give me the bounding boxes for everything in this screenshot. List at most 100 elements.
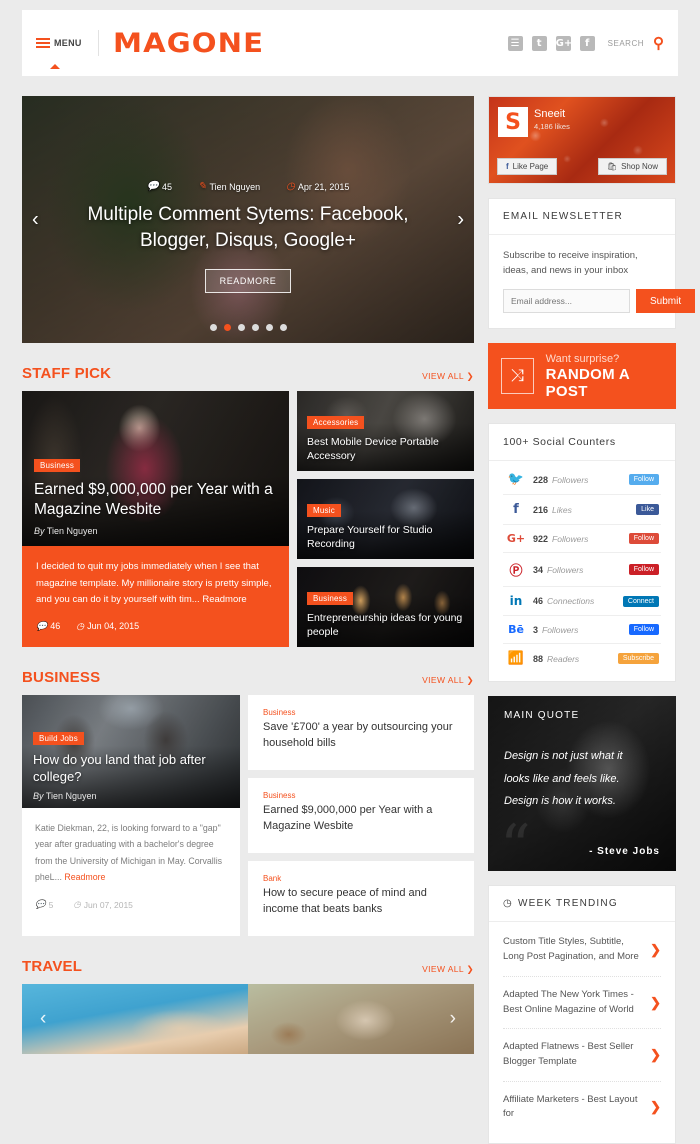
staff-card-1[interactable]: Accessories Best Mobile Device Portable … [297, 391, 474, 471]
business-card-list: Business Save '£700' a year by outsourci… [248, 695, 474, 936]
week-trending-title: ◷ WEEK TRENDING [489, 886, 675, 923]
hero-dot[interactable] [209, 324, 217, 331]
newsletter-form: Submit [503, 289, 696, 314]
social-counter-row[interactable]: Bē 3 Followers Follow [503, 616, 661, 645]
social-counter-row[interactable]: in 46 Connections Connect [503, 587, 661, 617]
trending-item[interactable]: Affiliate Marketers - Best Layout for ❯ [503, 1082, 661, 1133]
hero-title[interactable]: Multiple Comment Sytems: Facebook, Blogg… [22, 202, 474, 253]
business-card-2[interactable]: Business Earned $9,000,000 per Year with… [248, 778, 474, 853]
hero-slider[interactable]: 💬 45 ✎ Tien Nguyen ◷ Apr 21, 2015 Multiple … [22, 96, 474, 343]
travel-slide-1[interactable] [22, 984, 248, 1054]
business-view-all[interactable]: VIEW ALL ❯ [422, 675, 474, 686]
travel-slider[interactable]: ‹ › [22, 984, 474, 1054]
social-counter-row[interactable]: G+ 922 Followers Follow [503, 525, 661, 554]
facebook-page-info: Sneeit 4,186 likes [534, 108, 570, 131]
social-action-button[interactable]: Connect [622, 595, 659, 607]
business-featured-image: Build Jobs How do you land that job afte… [22, 695, 240, 808]
quote-inner: MAIN QUOTE Design is not just what it lo… [488, 696, 676, 871]
facebook-icon[interactable]: f [579, 35, 595, 51]
trending-item[interactable]: Adapted The New York Times - Best Online… [503, 977, 661, 1030]
social-counter-row[interactable]: Ⓟ 34 Followers Follow [503, 553, 661, 588]
social-count: 922 [533, 533, 549, 544]
staff-card-2[interactable]: Music Prepare Yourself for Studio Record… [297, 479, 474, 559]
hero-slide: 💬 45 ✎ Tien Nguyen ◷ Apr 21, 2015 Multiple … [22, 96, 474, 294]
social-counter-row[interactable]: 📶 88 Readers Subscribe [503, 644, 661, 673]
business-featured-readmore[interactable]: Readmore [64, 872, 105, 882]
staff-pick-view-all[interactable]: VIEW ALL ❯ [422, 371, 474, 382]
section-title-travel: TRAVEL [22, 958, 83, 975]
hero-dot-active[interactable] [223, 324, 231, 331]
googleplus-icon[interactable]: G+ [555, 35, 572, 51]
social-action-button[interactable]: Follow [628, 564, 659, 576]
business-featured-title[interactable]: How do you land that job after college? [33, 752, 229, 786]
business-card-3[interactable]: Bank How to secure peace of mind and inc… [248, 861, 474, 936]
hero-author: ✎ Tien Nguyen [198, 181, 261, 192]
facebook-like-page-button[interactable]: f Like Page [497, 158, 558, 175]
category-chip[interactable]: Business [34, 458, 81, 472]
business-featured-overlay: Build Jobs How do you land that job afte… [33, 728, 229, 801]
newsletter-email-input[interactable] [503, 289, 630, 314]
travel-prev-arrow[interactable]: ‹ [40, 1008, 46, 1030]
social-action-button[interactable]: Subscribe [617, 653, 659, 665]
social-count: 228 [533, 474, 549, 485]
trending-item[interactable]: Adapted Flatnews - Best Seller Blogger T… [503, 1029, 661, 1082]
hero-dot[interactable] [279, 324, 287, 331]
business-card-1[interactable]: Business Save '£700' a year by outsourci… [248, 695, 474, 770]
hero-next-arrow[interactable]: › [457, 208, 464, 231]
social-action-button[interactable]: Like [636, 504, 659, 516]
facebook-page-logo: S [498, 107, 528, 137]
social-action-button[interactable]: Follow [628, 624, 659, 636]
hero-readmore-button[interactable]: READMORE [204, 269, 292, 294]
random-post-widget[interactable]: ⤨ Want surprise? RANDOM A POST [488, 343, 676, 410]
business-card-1-title: Save '£700' a year by outsourcing your h… [263, 721, 453, 749]
header-divider [97, 30, 99, 56]
category-chip[interactable]: Build Jobs [33, 732, 84, 746]
social-action-button[interactable]: Follow [628, 533, 659, 545]
travel-next-arrow[interactable]: › [450, 1008, 456, 1030]
hero-prev-arrow[interactable]: ‹ [32, 208, 39, 231]
instagram-icon[interactable]: ☰ [507, 35, 523, 51]
staff-featured-overlay: Business Earned $9,000,000 per Year with… [34, 455, 277, 536]
newsletter-submit-button[interactable]: Submit [636, 289, 696, 314]
social-label: Followers [547, 564, 584, 575]
category-chip[interactable]: Business [307, 591, 354, 605]
social-label: Followers [552, 533, 589, 544]
sidebar: S Sneeit 4,186 likes f Like Page 🛍 Shop … [488, 96, 696, 1144]
category-chip[interactable]: Music [307, 503, 341, 517]
social-counter-row[interactable]: f 216 Likes Like [503, 495, 661, 526]
twitter-icon[interactable]: t [531, 35, 547, 51]
site-logo[interactable]: MAGONE [113, 28, 264, 59]
staff-pick-grid: Business Earned $9,000,000 per Year with… [22, 391, 474, 647]
trending-item-title: Custom Title Styles, Subtitle, Long Post… [503, 936, 639, 963]
hero-dot[interactable] [251, 324, 259, 331]
menu-button[interactable]: MENU [36, 38, 82, 69]
hero-comment-count: 💬 45 [146, 181, 173, 192]
facebook-page-widget[interactable]: S Sneeit 4,186 likes f Like Page 🛍 Shop … [488, 96, 676, 184]
social-counter-row[interactable]: 🐦 228 Followers Follow [503, 465, 661, 496]
staff-featured-readmore[interactable]: Readmore [202, 594, 246, 605]
facebook-shop-now-button[interactable]: 🛍 Shop Now [597, 158, 667, 175]
staff-featured-card[interactable]: Business Earned $9,000,000 per Year with… [22, 391, 289, 647]
business-card-2-title: Earned $9,000,000 per Year with a Magazi… [263, 804, 433, 832]
staff-card-3[interactable]: Business Entrepreneurship ideas for youn… [297, 567, 474, 647]
trending-item-title: Adapted Flatnews - Best Seller Blogger T… [503, 1041, 634, 1067]
business-grid: Build Jobs How do you land that job afte… [22, 695, 474, 936]
hero-dot[interactable] [265, 324, 273, 331]
trending-item[interactable]: Custom Title Styles, Subtitle, Long Post… [503, 924, 661, 977]
chevron-right-icon: ❯ [650, 1099, 661, 1115]
chevron-right-icon: ❯ [650, 994, 661, 1010]
travel-view-all[interactable]: VIEW ALL ❯ [422, 964, 474, 975]
search-icon[interactable]: ⚲ [653, 34, 664, 52]
social-counters-widget: 100+ Social Counters 🐦 228 Followers Fol… [488, 423, 676, 683]
page-root: MENU MAGONE ☰ t G+ f SEARCH ⚲ 💬 45 ✎ Tien … [0, 0, 700, 1144]
social-action-button[interactable]: Follow [628, 474, 659, 486]
category-chip[interactable]: Accessories [307, 415, 365, 429]
travel-slide-2[interactable] [248, 984, 474, 1054]
chevron-right-icon: ❯ [650, 1046, 661, 1062]
business-featured-comments: 💬 5 [35, 899, 54, 910]
behance-icon: Bē [508, 623, 524, 637]
section-title-staff-pick: STAFF PICK [22, 365, 112, 382]
business-featured-card[interactable]: Build Jobs How do you land that job afte… [22, 695, 240, 936]
hero-dot[interactable] [237, 324, 245, 331]
staff-featured-title[interactable]: Earned $9,000,000 per Year with a Magazi… [34, 480, 277, 520]
